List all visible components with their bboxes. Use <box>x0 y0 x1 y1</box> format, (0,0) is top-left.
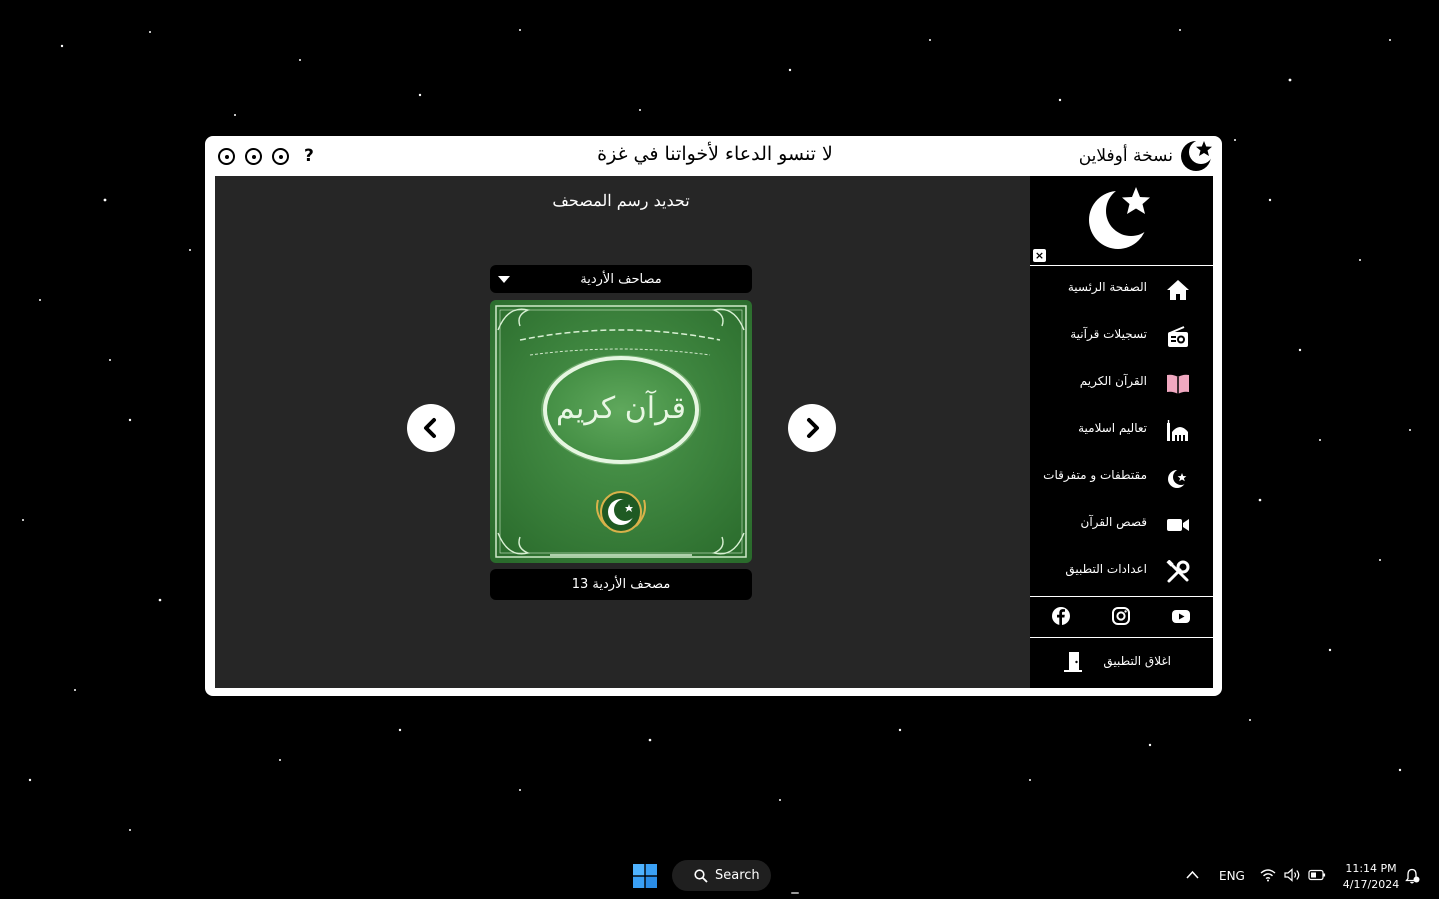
window-button[interactable] <box>272 148 289 165</box>
search-icon <box>694 868 708 883</box>
volume-icon[interactable] <box>1284 868 1301 882</box>
menu-item-label: الصفحة الرئسية <box>1067 280 1147 294</box>
crescent-star-logo-icon <box>1089 186 1154 249</box>
close-sidebar-button[interactable]: × <box>1033 249 1046 262</box>
menu-item-label: تعاليم اسلامية <box>1078 421 1147 435</box>
clock-time: 11:14 PM <box>1345 862 1397 875</box>
chevron-right-icon <box>807 418 819 438</box>
help-button[interactable]: ? <box>304 146 314 166</box>
mushaf-type-dropdown[interactable]: مصاحف الأردية <box>490 265 752 293</box>
language-indicator[interactable]: ENG <box>1219 869 1245 883</box>
banner-text: لا تنسو الدعاء لأخواتنا في غزة <box>597 143 833 165</box>
mosque-icon <box>1167 420 1188 441</box>
door-exit-icon <box>1064 652 1082 672</box>
menu-item-label: قصص القرآن <box>1080 515 1148 529</box>
video-icon <box>1167 519 1189 531</box>
previous-button[interactable] <box>407 404 455 452</box>
instagram-icon[interactable] <box>1111 606 1131 626</box>
taskbar-search-label: Search <box>715 868 760 883</box>
window-button[interactable] <box>245 148 262 165</box>
wifi-icon[interactable] <box>1260 868 1276 882</box>
title-bar: ? لا تنسو الدعاء لأخواتنا في غزة نسخة أو… <box>205 136 1222 176</box>
radio-icon <box>1168 326 1188 347</box>
menu-item-excerpts[interactable]: مقتطفات و متفرقات <box>1030 457 1213 499</box>
menu-item-home[interactable]: الصفحة الرئسية <box>1030 269 1213 311</box>
window-button[interactable] <box>218 148 235 165</box>
menu-item-settings[interactable]: اعدادات التطبيق <box>1030 551 1213 593</box>
cover-inscription: قرآن كريم <box>556 389 686 426</box>
cover-caption: مصحف الأردية 13 <box>490 569 752 600</box>
tools-icon <box>1166 560 1190 583</box>
taskbar: Search ENG 11:14 PM 4/17/2024 <box>0 851 1439 899</box>
taskbar-search[interactable]: Search <box>672 860 771 891</box>
app-name: نسخة أوفلاين <box>1078 146 1173 166</box>
menu-item-recordings[interactable]: تسجيلات قرآنية <box>1030 316 1213 358</box>
chevron-up-icon[interactable] <box>1186 870 1199 879</box>
page-title: تحديد رسم المصحف <box>552 191 690 210</box>
menu-item-label: اعدادات التطبيق <box>1065 562 1147 576</box>
menu-item-label: القرآن الكريم <box>1079 374 1147 388</box>
dropdown-selected-value: مصاحف الأردية <box>580 271 662 287</box>
next-button[interactable] <box>788 404 836 452</box>
menu-item-label: مقتطفات و متفرقات <box>1043 468 1147 482</box>
sidebar: × الصفحة الرئسية تسجيلات قرآنية القرآن ا… <box>1030 176 1213 688</box>
facebook-icon[interactable] <box>1051 606 1071 626</box>
dropdown-arrow-icon <box>498 276 510 283</box>
system-clock[interactable]: 11:14 PM 4/17/2024 <box>1336 861 1406 893</box>
main-content: تحديد رسم المصحف مصاحف الأردية قرآن كريم… <box>215 176 1030 688</box>
menu-item-label: تسجيلات قرآنية <box>1070 327 1147 341</box>
menu-item-quran-stories[interactable]: قصص القرآن <box>1030 504 1213 546</box>
home-icon <box>1167 280 1189 300</box>
youtube-icon[interactable] <box>1171 606 1191 626</box>
menu-item-quran[interactable]: القرآن الكريم <box>1030 363 1213 405</box>
battery-icon[interactable] <box>1308 869 1326 881</box>
app-window: ? لا تنسو الدعاء لأخواتنا في غزة نسخة أو… <box>205 136 1222 696</box>
chevron-left-icon <box>424 418 436 438</box>
notification-bell-icon[interactable] <box>1405 868 1420 884</box>
divider <box>1030 637 1213 638</box>
menu-item-islamic-teachings[interactable]: تعاليم اسلامية <box>1030 410 1213 452</box>
clock-date: 4/17/2024 <box>1342 878 1400 891</box>
book-icon <box>1167 374 1189 394</box>
exit-app-button[interactable]: اغلاق التطبيق <box>1030 646 1213 678</box>
crescent-star-icon <box>1168 469 1189 488</box>
divider <box>1030 596 1213 597</box>
exit-app-label: اغلاق التطبيق <box>1103 654 1171 668</box>
crescent-star-logo-icon <box>1181 140 1213 171</box>
divider <box>1030 265 1213 266</box>
mushaf-cover-image[interactable]: قرآن كريم <box>490 300 752 563</box>
taskbar-indicator <box>791 892 799 894</box>
windows-start-icon[interactable] <box>633 864 657 888</box>
